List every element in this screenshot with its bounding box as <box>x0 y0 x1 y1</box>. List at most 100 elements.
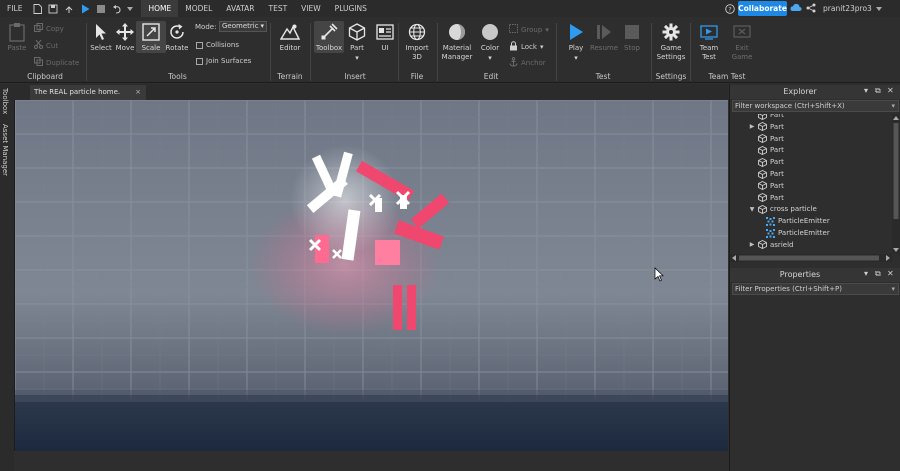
team-test-button[interactable]: Team Test <box>694 21 724 62</box>
tools-group-label: Tools <box>168 72 187 81</box>
collapse-arrow-icon[interactable]: ▼ <box>748 206 756 213</box>
user-dropdown-icon[interactable] <box>875 4 882 13</box>
document-tab[interactable]: The REAL particle home. × <box>30 85 146 100</box>
explorer-close-icon[interactable]: ✕ <box>887 86 894 95</box>
tab-test[interactable]: TEST <box>262 0 295 17</box>
explorer-title: Explorer <box>783 87 817 96</box>
explorer-item-label: asrield <box>770 240 794 249</box>
tab-model[interactable]: MODEL <box>178 0 219 17</box>
user-area: pranit23pro3 <box>790 0 882 17</box>
play-quick-icon[interactable] <box>77 0 93 17</box>
part-label: Part <box>350 44 364 52</box>
expand-arrow-icon[interactable]: ▶ <box>748 123 756 130</box>
toolbox-button[interactable]: Toolbox <box>314 21 344 53</box>
collisions-checkbox[interactable] <box>196 41 203 49</box>
share-icon[interactable] <box>806 3 816 15</box>
explorer-item[interactable]: Part <box>748 133 784 145</box>
part-icon <box>756 180 768 192</box>
properties-undock-icon[interactable]: ⧉ <box>875 269 881 279</box>
explorer-filter-placeholder: Filter workspace (Ctrl+Shift+X) <box>735 102 845 110</box>
mode-select[interactable]: Geometric ▾ <box>219 21 267 32</box>
anchor-button[interactable]: Anchor <box>509 57 546 69</box>
explorer-item[interactable]: ▼ cross particle <box>748 203 817 215</box>
undo-icon[interactable] <box>109 0 125 17</box>
redo-dropdown-icon[interactable] <box>125 0 135 17</box>
exit-game-button[interactable]: Exit Game <box>727 21 757 62</box>
explorer-filter-dropdown-icon[interactable]: ▾ <box>891 101 895 111</box>
explorer-item[interactable]: Part <box>748 144 784 156</box>
explorer-scrollbar-vertical[interactable] <box>892 114 900 254</box>
terrain-editor-label: Editor <box>279 44 301 52</box>
explorer-item[interactable]: ParticleEmitter <box>756 227 830 239</box>
tab-view[interactable]: VIEW <box>294 0 328 17</box>
cloud-icon[interactable] <box>790 3 802 14</box>
material-manager-label: Material Manager <box>441 44 473 61</box>
explorer-filter-input[interactable]: Filter workspace (Ctrl+Shift+X) ▾ <box>732 100 899 112</box>
ui-label: UI <box>381 44 389 52</box>
part-icon <box>756 239 768 251</box>
explorer-item[interactable]: ParticleEmitter <box>756 215 830 227</box>
lock-button[interactable]: Lock ▾ <box>509 41 543 53</box>
join-surfaces-label: Join Surfaces <box>206 57 252 65</box>
file-menu[interactable]: FILE <box>0 0 29 17</box>
explorer-item[interactable]: Part <box>748 192 784 204</box>
import-3d-button[interactable]: Import 3D <box>401 21 433 62</box>
terrain-icon <box>279 21 301 43</box>
color-button[interactable]: Color ▾ <box>475 21 505 63</box>
play-button[interactable]: Play ▾ <box>561 21 591 63</box>
explorer-item[interactable]: Part <box>748 156 784 168</box>
join-surfaces-checkbox[interactable] <box>196 57 203 65</box>
collaborate-button[interactable]: Collaborate <box>738 1 787 16</box>
explorer-item-label: Part <box>770 146 784 155</box>
material-manager-button[interactable]: Material Manager <box>440 21 474 62</box>
close-tab-icon[interactable]: × <box>135 85 141 100</box>
cut-button[interactable]: Cut <box>34 39 58 51</box>
ui-button[interactable]: UI <box>370 21 400 53</box>
group-button[interactable]: Group ▾ <box>509 24 549 35</box>
tab-plugins[interactable]: PLUGINS <box>328 0 374 17</box>
part-dropdown-icon[interactable]: ▾ <box>355 54 359 63</box>
tab-avatar[interactable]: AVATAR <box>219 0 261 17</box>
toolbox-side-tab[interactable]: Toolbox <box>1 88 9 114</box>
explorer-item-label: Part <box>770 134 784 143</box>
3d-viewport[interactable] <box>14 100 728 451</box>
toolbox-label: Toolbox <box>315 44 343 52</box>
explorer-collapse-icon[interactable]: ▾ <box>864 86 868 95</box>
properties-collapse-icon[interactable]: ▾ <box>864 269 868 278</box>
explorer-item[interactable]: ▶ Part <box>748 121 784 133</box>
publish-icon[interactable] <box>61 0 77 17</box>
join-surfaces-toggle[interactable]: Join Surfaces <box>196 57 251 65</box>
rotate-tool-button[interactable]: Rotate <box>162 21 192 53</box>
properties-filter-dropdown-icon[interactable]: ▾ <box>891 284 895 294</box>
explorer-item[interactable]: ▶ asrield <box>748 239 793 251</box>
part-button[interactable]: Part ▾ <box>342 21 372 63</box>
import-3d-label: Import 3D <box>405 44 429 61</box>
save-icon[interactable] <box>45 0 61 17</box>
explorer-item[interactable]: Part <box>748 168 784 180</box>
terrain-editor-button[interactable]: Editor <box>275 21 305 53</box>
asset-manager-side-tab[interactable]: Asset Manager <box>1 124 9 176</box>
part-icon <box>756 192 768 204</box>
duplicate-button[interactable]: Duplicate <box>34 57 79 68</box>
new-file-icon[interactable] <box>29 0 45 17</box>
explorer-item-label: Part <box>770 181 784 190</box>
resume-button[interactable]: Resume <box>588 21 620 53</box>
explorer-scrollbar-horizontal[interactable] <box>730 254 892 262</box>
stop-quick-icon[interactable] <box>93 0 109 17</box>
username[interactable]: pranit23pro3 <box>823 4 872 13</box>
expand-arrow-icon[interactable]: ▶ <box>748 241 756 248</box>
stop-button[interactable]: Stop <box>617 21 647 53</box>
properties-close-icon[interactable]: ✕ <box>887 269 894 278</box>
explorer-item[interactable]: Part <box>748 180 784 192</box>
color-dropdown-icon[interactable]: ▾ <box>488 54 492 63</box>
collisions-toggle[interactable]: Collisions <box>196 41 239 49</box>
copy-button[interactable]: Copy <box>34 23 64 34</box>
explorer-item-label: Part <box>770 114 784 119</box>
help-icon[interactable]: ? <box>722 0 738 17</box>
explorer-undock-icon[interactable]: ⧉ <box>875 86 881 96</box>
properties-filter-input[interactable]: Filter Properties (Ctrl+Shift+P) ▾ <box>732 283 899 295</box>
game-settings-button[interactable]: Game Settings <box>655 21 687 62</box>
tab-home[interactable]: HOME <box>141 0 179 17</box>
paste-button[interactable]: Paste <box>2 21 32 53</box>
play-dropdown-icon[interactable]: ▾ <box>574 54 578 63</box>
